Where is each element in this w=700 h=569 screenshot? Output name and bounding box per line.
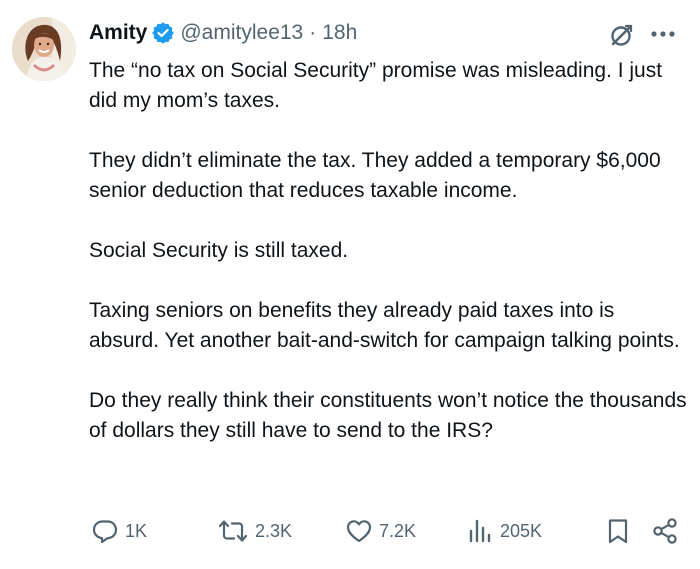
tweet-paragraph: The “no tax on Social Security” promise … xyxy=(89,59,663,112)
tweet-paragraph: They didn’t eliminate the tax. They adde… xyxy=(89,149,661,202)
tweet-paragraph: Taxing seniors on benefits they already … xyxy=(89,299,680,352)
bookmark-icon xyxy=(608,519,628,544)
heart-icon xyxy=(346,520,372,543)
reply-count: 1K xyxy=(125,520,148,541)
reply-icon xyxy=(92,520,118,544)
share-icon xyxy=(653,518,677,544)
verified-badge-icon[interactable] xyxy=(152,22,175,44)
avatar-image xyxy=(12,17,76,81)
tweet-paragraph: Social Security is still taxed. xyxy=(89,239,349,262)
views-chart-icon xyxy=(469,519,491,543)
display-name[interactable]: Amity xyxy=(89,21,147,45)
tweet: Amity @amitylee13 · 18h The “no tax on S… xyxy=(0,0,700,569)
bookmark-button[interactable] xyxy=(605,516,631,546)
author-handle[interactable]: @amitylee13 xyxy=(180,21,303,45)
separator-dot: · xyxy=(309,21,317,44)
tweet-text: The “no tax on Social Security” promise … xyxy=(89,56,689,446)
retweet-count: 2.3K xyxy=(255,520,293,541)
avatar[interactable] xyxy=(12,17,76,81)
retweet-button[interactable]: 2.3K xyxy=(217,516,292,546)
retweet-icon xyxy=(218,520,248,542)
views-button[interactable]: 205K xyxy=(466,516,542,546)
share-button[interactable] xyxy=(651,516,679,546)
timestamp[interactable]: 18h xyxy=(322,21,357,45)
like-count: 7.2K xyxy=(379,520,417,541)
action-bar: 1K 2.3K 7.2K 205K xyxy=(0,516,700,546)
tweet-header: Amity @amitylee13 · 18h xyxy=(89,17,357,49)
reply-button[interactable]: 1K xyxy=(91,516,147,546)
like-button[interactable]: 7.2K xyxy=(345,516,416,546)
tweet-paragraph: Do they really think their constituents … xyxy=(89,389,687,442)
more-options-icon[interactable] xyxy=(648,22,678,46)
grok-icon[interactable] xyxy=(606,22,636,50)
views-count: 205K xyxy=(500,520,543,541)
